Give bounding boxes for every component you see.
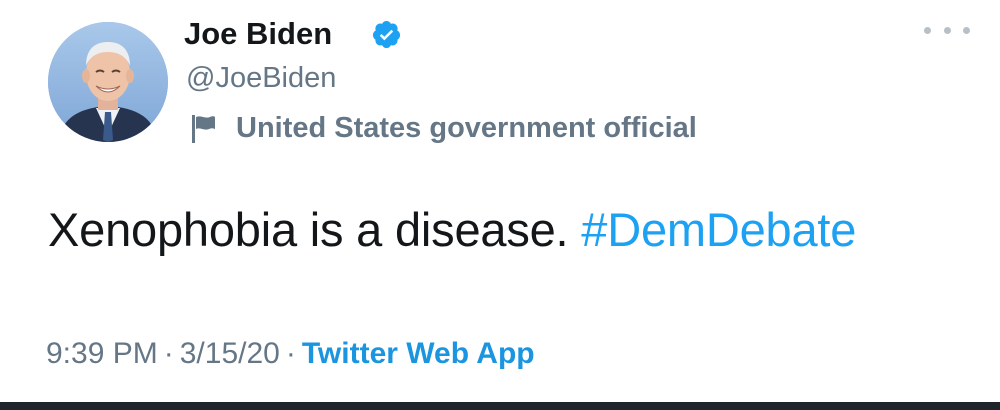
hashtag-link[interactable]: #DemDebate [581, 203, 856, 256]
more-options-icon[interactable] [924, 20, 970, 40]
tweet-text: Xenophobia is a disease. #DemDebate [48, 200, 856, 260]
more-dot [924, 26, 931, 34]
flag-icon [192, 115, 215, 143]
tweet-date[interactable]: 3/15/20 [180, 337, 280, 370]
tweet-time[interactable]: 9:39 PM [46, 337, 158, 370]
verified-badge-icon [372, 20, 401, 49]
separator: · [163, 337, 174, 370]
more-dot [963, 26, 970, 34]
tweet-metadata: 9:39 PM · 3/15/20 · Twitter Web App [46, 334, 535, 374]
avatar-photo [48, 22, 168, 142]
bottom-edge [0, 402, 1000, 410]
more-dot [943, 26, 951, 34]
government-label[interactable]: United States government official [186, 108, 697, 148]
display-name[interactable]: Joe Biden [184, 14, 332, 54]
avatar[interactable] [48, 22, 168, 142]
tweet-card: Joe Biden @JoeBiden United States govern… [0, 0, 1000, 402]
separator: · [285, 337, 296, 370]
government-label-text: United States government official [236, 111, 697, 144]
username-handle[interactable]: @JoeBiden [186, 59, 336, 97]
tweet-source-link[interactable]: Twitter Web App [302, 337, 535, 370]
tweet-body: Xenophobia is a disease. [48, 203, 569, 256]
